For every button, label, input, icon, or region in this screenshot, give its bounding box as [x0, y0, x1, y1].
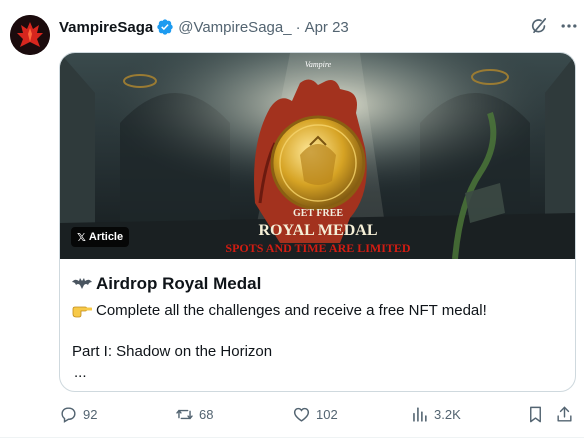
grok-icon[interactable]: [529, 16, 549, 36]
verified-badge-icon[interactable]: [156, 18, 174, 36]
like-button[interactable]: 102: [292, 404, 338, 424]
tweet-header: VampireSaga @VampireSaga_ · Apr 23: [59, 17, 349, 37]
reply-icon: [61, 406, 76, 423]
views-button[interactable]: 3.2K: [410, 404, 461, 424]
image-text-get-free: GET FREE: [293, 208, 343, 219]
avatar[interactable]: [10, 15, 50, 55]
article-title-text: Airdrop Royal Medal: [96, 274, 262, 293]
article-ellipsis: ...: [74, 364, 87, 381]
pointing-hand-emoji-icon: [72, 303, 92, 319]
separator-dot: ·: [295, 18, 301, 36]
share-button[interactable]: [555, 404, 574, 424]
repost-count: 68: [199, 406, 214, 422]
repost-button[interactable]: 68: [175, 404, 213, 424]
like-count: 102: [316, 406, 338, 422]
reply-button[interactable]: 92: [59, 404, 97, 424]
vampire-logo: Vampire: [305, 60, 332, 69]
view-count: 3.2K: [434, 406, 461, 422]
article-card[interactable]: Vampire GET FREE ROYAL MEDAL SPOTS AND T…: [59, 52, 576, 392]
repost-icon: [176, 409, 193, 419]
more-options-icon[interactable]: [559, 16, 579, 36]
x-logo-icon: 𝕏: [77, 231, 86, 244]
reply-count: 92: [83, 406, 98, 422]
bat-emoji-icon: [72, 276, 92, 292]
image-text-medal-name: ROYAL MEDAL: [259, 222, 378, 239]
author-name[interactable]: VampireSaga: [59, 19, 153, 36]
heart-icon: [293, 407, 310, 422]
article-badge-label: Article: [88, 231, 124, 243]
article-line-1-text: Complete all the challenges and receive …: [96, 302, 487, 319]
tweet-date[interactable]: Apr 23: [305, 19, 349, 36]
article-title[interactable]: Airdrop Royal Medal: [72, 273, 261, 295]
tweet-actions: 92 68 102 3.2K: [0, 402, 584, 426]
views-chart-icon: [413, 406, 427, 422]
image-text-limited: SPOTS AND TIME ARE LIMITED: [225, 241, 410, 255]
article-line-2: Part I: Shadow on the Horizon: [72, 343, 273, 360]
bookmark-button[interactable]: [526, 404, 545, 424]
tweet[interactable]: VampireSaga @VampireSaga_ · Apr 23 Vampi…: [0, 0, 584, 438]
article-badge: 𝕏 Article: [71, 227, 130, 247]
share-icon: [557, 406, 572, 422]
article-line-1: Complete all the challenges and receive …: [72, 302, 487, 319]
author-handle[interactable]: @VampireSaga_: [178, 19, 291, 36]
bookmark-icon: [530, 406, 541, 422]
article-cover-image[interactable]: Vampire GET FREE ROYAL MEDAL SPOTS AND T…: [60, 53, 575, 259]
